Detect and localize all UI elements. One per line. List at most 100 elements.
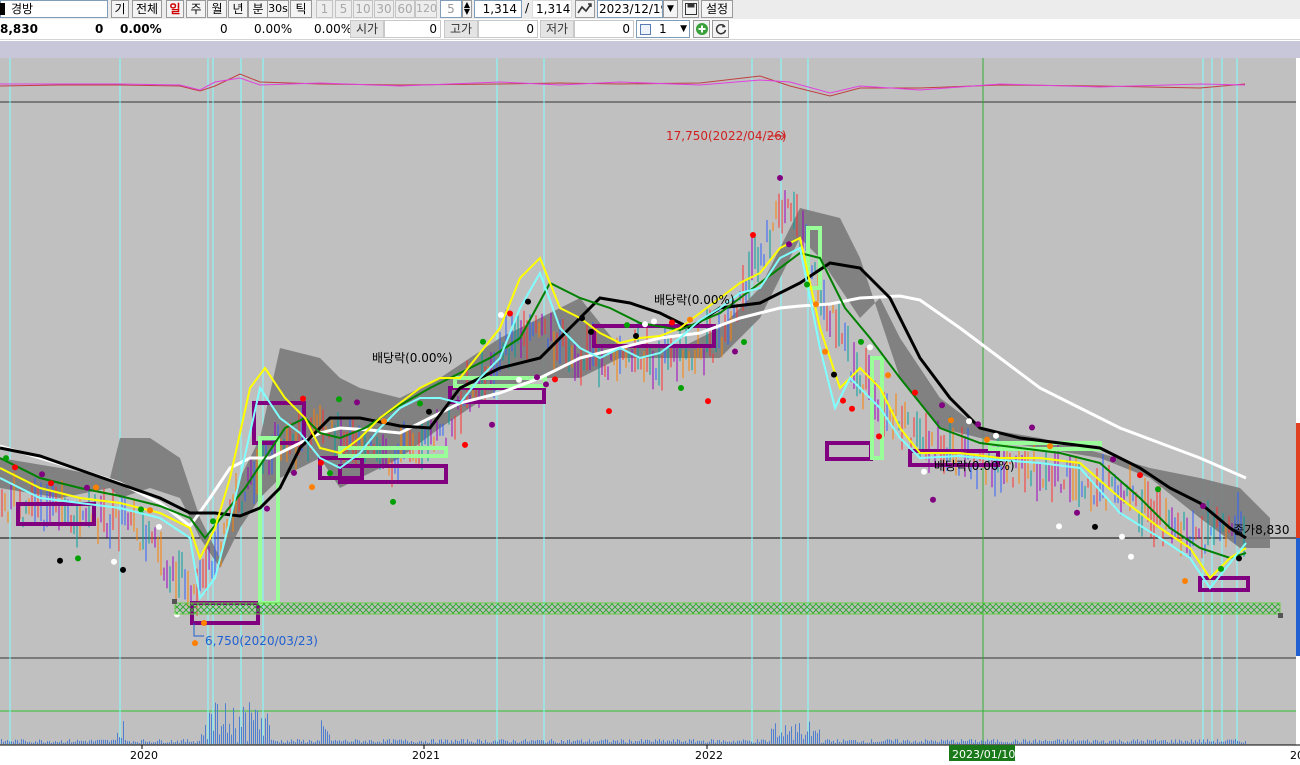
calendar-icon[interactable] — [575, 0, 595, 18]
page-current-field[interactable]: 1,314 — [474, 0, 522, 18]
volume-bar — [551, 739, 552, 744]
volume-bar — [745, 740, 746, 744]
band-handle-right[interactable] — [1278, 613, 1283, 618]
volume-bar — [607, 739, 608, 744]
volume-bar — [281, 739, 282, 744]
volume-bar — [239, 716, 240, 744]
volume-bar — [1057, 739, 1058, 744]
interval-1-button[interactable]: 1 — [316, 0, 333, 18]
refresh-icon[interactable] — [712, 20, 729, 38]
volume-bar — [631, 741, 632, 744]
volume-bar — [787, 734, 788, 744]
volume-bar — [1047, 741, 1048, 744]
volume-bar — [341, 741, 342, 744]
volume-bar — [51, 742, 52, 744]
count-select[interactable]: 1 ▼ — [636, 20, 690, 38]
date-field[interactable]: 2023/12/19 — [597, 0, 663, 18]
signal-marker — [309, 484, 315, 491]
signal-marker — [840, 397, 846, 404]
volume-bar — [187, 739, 188, 744]
volume-bar — [363, 741, 364, 744]
stock-name-text: 경방 — [11, 2, 34, 16]
all-button[interactable]: 전체 — [132, 0, 162, 18]
volume-bar — [295, 742, 296, 744]
low-label: 저가 — [540, 20, 574, 38]
volume-bar — [557, 742, 558, 744]
volume-bar — [57, 742, 58, 744]
chart-header-band — [0, 41, 1300, 58]
volume-bar — [31, 742, 32, 744]
volume-bar — [535, 740, 536, 744]
volume-bar — [1139, 741, 1140, 744]
period-minute-button[interactable]: 분 — [248, 0, 268, 18]
close-label: 종가8,830 — [1233, 523, 1289, 537]
signal-marker — [930, 496, 936, 503]
volume-bar — [673, 739, 674, 744]
price-chart[interactable]: 17,750(2022/04/26) 6,750(2020/03/23) 배당락… — [0, 58, 1300, 765]
volume-bar — [1079, 740, 1080, 744]
volume-bar — [489, 742, 490, 744]
volume-bar — [343, 740, 344, 744]
interval-5-button[interactable]: 5 — [335, 0, 352, 18]
volume-bar — [1159, 740, 1160, 744]
stock-name-field[interactable]: 경방 — [0, 0, 108, 18]
period-day-button[interactable]: 일 — [166, 0, 184, 18]
volume-bar — [1189, 742, 1190, 744]
period-tick-button[interactable]: 틱 — [290, 0, 312, 18]
volume-bar — [1199, 739, 1200, 744]
period-week-button[interactable]: 주 — [186, 0, 206, 18]
interval-10-button[interactable]: 10 — [353, 0, 373, 18]
volume-bar — [1185, 740, 1186, 744]
volume-bar — [1151, 740, 1152, 744]
interval-spin-button[interactable]: ▲ ▼ — [462, 0, 472, 18]
signal-marker — [1236, 555, 1242, 562]
volume-bar — [27, 742, 28, 744]
volume-bar — [899, 742, 900, 744]
volume-bar — [1085, 740, 1086, 744]
save-icon[interactable] — [682, 0, 699, 18]
checkbox-icon[interactable] — [640, 24, 651, 35]
volume-bar — [933, 741, 934, 744]
volume-bar — [803, 739, 804, 744]
x-axis — [0, 745, 1300, 765]
volume-bar — [637, 741, 638, 744]
interval-30-button[interactable]: 30 — [374, 0, 394, 18]
volume-bar — [773, 729, 774, 744]
volume-bar — [961, 739, 962, 744]
count-dropdown-icon[interactable]: ▼ — [680, 21, 687, 37]
volume-bar — [1095, 739, 1096, 744]
interval-input[interactable]: 5 — [440, 0, 462, 18]
volume-bar — [907, 739, 908, 744]
volume-bar — [501, 739, 502, 744]
interval-120-button[interactable]: 120 — [415, 0, 437, 18]
signal-marker — [48, 480, 54, 487]
date-dropdown-icon[interactable]: ▼ — [663, 0, 678, 18]
settings-button[interactable]: 설정 — [701, 0, 733, 18]
volume-bar — [879, 741, 880, 744]
volume-bar — [743, 739, 744, 744]
volume-bar — [183, 739, 184, 744]
period-year-button[interactable]: 년 — [228, 0, 248, 18]
add-icon[interactable] — [693, 20, 710, 38]
volume-bar — [151, 742, 152, 744]
band-handle-left[interactable] — [172, 599, 177, 604]
chart-toolbar: 경방 기 전체 일 주 월 년 분 30s 틱 1 5 10 30 60 120… — [0, 0, 1300, 19]
volume-bar — [541, 740, 542, 744]
volume-bar — [181, 740, 182, 744]
volume-bar — [1169, 742, 1170, 744]
volume-bar — [1161, 740, 1162, 744]
interval-60-button[interactable]: 60 — [395, 0, 415, 18]
basic-button[interactable]: 기 — [111, 0, 129, 18]
volume-bar — [445, 739, 446, 744]
volume-bar — [1053, 741, 1054, 744]
period-30s-button[interactable]: 30s — [267, 0, 289, 18]
volume-bar — [891, 740, 892, 744]
volume-bar — [335, 739, 336, 744]
signal-marker — [858, 338, 864, 345]
volume-bar — [265, 718, 266, 744]
volume-bar — [863, 740, 864, 744]
volume-bar — [649, 740, 650, 744]
volume-bar — [71, 742, 72, 744]
period-month-button[interactable]: 월 — [207, 0, 227, 18]
volume-bar — [507, 740, 508, 744]
